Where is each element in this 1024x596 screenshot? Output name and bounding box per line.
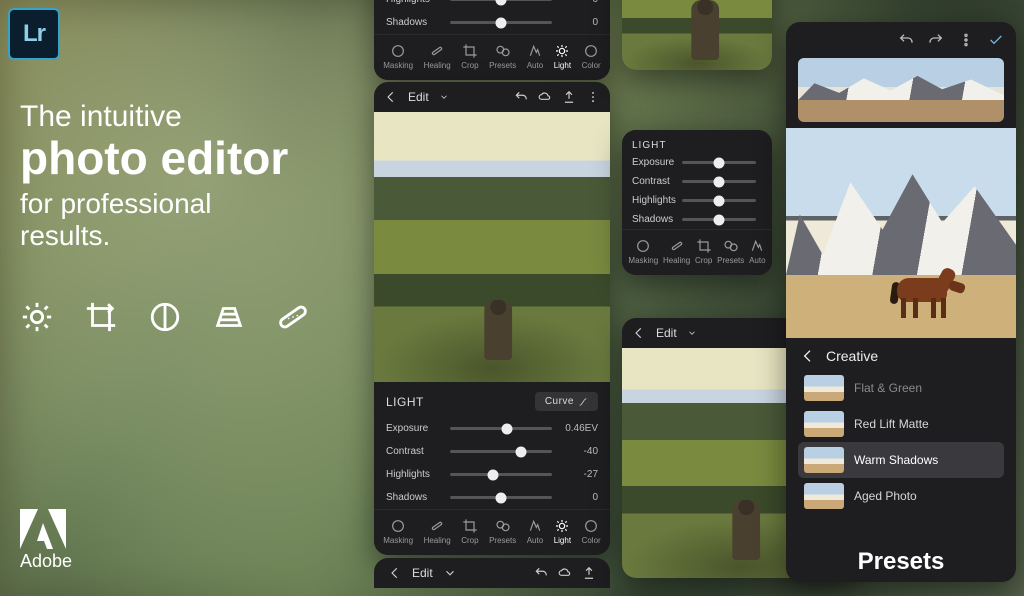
preset-item-selected[interactable]: Warm Shadows <box>798 442 1004 478</box>
horse-illustration <box>887 264 965 320</box>
adobe-logo: Adobe <box>20 509 72 572</box>
lens-icon <box>148 300 182 334</box>
tool-crop[interactable]: Crop <box>695 238 712 265</box>
headline-line: photo editor <box>20 134 288 182</box>
editor-title: Edit <box>408 90 429 104</box>
chevron-down-icon[interactable] <box>439 92 449 102</box>
headline-line: The intuitive <box>20 100 288 134</box>
phone-card-photo-small <box>622 0 772 70</box>
bottom-toolbar-mini: Masking Healing Crop Presets Auto <box>622 229 772 275</box>
bottom-toolbar: Masking Healing Crop Presets Auto Light … <box>374 34 610 80</box>
tool-crop[interactable]: Crop <box>461 43 478 70</box>
tool-presets[interactable]: Presets <box>717 238 744 265</box>
slider-highlights[interactable]: Highlights <box>622 191 772 210</box>
tool-light[interactable]: Light <box>554 518 571 545</box>
phone-card-mini-light: LIGHT Exposure Contrast Highlights Shado… <box>622 130 772 275</box>
tool-auto[interactable]: Auto <box>527 518 543 545</box>
preset-list: Flat & Green Red Lift Matte Warm Shadows… <box>786 370 1016 514</box>
chevron-down-icon[interactable] <box>443 566 457 580</box>
tool-healing[interactable]: Healing <box>663 238 690 265</box>
phone-card-presets: Creative Flat & Green Red Lift Matte War… <box>786 22 1016 582</box>
phone-card-main-editor: Edit LIGHT Curve Exposure 0.46EV Contras… <box>374 82 610 555</box>
crop-icon <box>84 300 118 334</box>
presets-footer-label: Presets <box>858 548 945 576</box>
editor-photo[interactable] <box>374 112 610 382</box>
share-icon[interactable] <box>582 566 596 580</box>
presets-topbar <box>786 22 1016 58</box>
tool-auto[interactable]: Auto <box>527 43 543 70</box>
back-icon[interactable] <box>632 326 646 340</box>
undo-icon[interactable] <box>898 32 914 48</box>
preset-thumbnail-preview[interactable] <box>798 58 1004 122</box>
bottom-toolbar: Masking Healing Crop Presets Auto Light … <box>374 509 610 555</box>
tool-auto[interactable]: Auto <box>749 238 765 265</box>
lightroom-logo: Lr <box>8 8 60 60</box>
tool-healing[interactable]: Healing <box>424 43 451 70</box>
undo-icon[interactable] <box>514 90 528 104</box>
slider-contrast[interactable]: Contrast -40 <box>374 440 610 463</box>
tool-color[interactable]: Color <box>582 43 601 70</box>
geometry-icon <box>212 300 246 334</box>
lightroom-logo-text: Lr <box>23 20 45 48</box>
tool-presets[interactable]: Presets <box>489 43 516 70</box>
slider-exposure[interactable]: Exposure <box>622 153 772 172</box>
cloud-icon[interactable] <box>538 90 552 104</box>
back-icon[interactable] <box>388 566 402 580</box>
preset-item[interactable]: Aged Photo <box>798 478 1004 514</box>
tool-light[interactable]: Light <box>554 43 571 70</box>
preset-main-photo[interactable] <box>786 128 1016 338</box>
more-icon[interactable] <box>958 32 974 48</box>
tool-presets[interactable]: Presets <box>489 518 516 545</box>
tool-masking[interactable]: Masking <box>628 238 658 265</box>
cloud-icon[interactable] <box>558 566 572 580</box>
preset-item[interactable]: Red Lift Matte <box>798 406 1004 442</box>
slider-exposure[interactable]: Exposure 0.46EV <box>374 417 610 440</box>
confirm-icon[interactable] <box>988 32 1004 48</box>
light-icon <box>20 300 54 334</box>
healing-icon <box>276 300 310 334</box>
undo-icon[interactable] <box>534 566 548 580</box>
slider-highlights[interactable]: Highlights -27 <box>374 463 610 486</box>
tool-color[interactable]: Color <box>582 518 601 545</box>
marketing-headline: The intuitive photo editor for professio… <box>20 100 288 252</box>
light-panel-title: LIGHT <box>622 136 772 153</box>
tool-crop[interactable]: Crop <box>461 518 478 545</box>
preset-item[interactable]: Flat & Green <box>798 370 1004 406</box>
back-icon[interactable] <box>384 90 398 104</box>
preset-category-header[interactable]: Creative <box>786 338 1016 370</box>
headline-line: results. <box>20 220 288 252</box>
tool-masking[interactable]: Masking <box>383 43 413 70</box>
editor-photo-small <box>622 0 772 70</box>
more-icon[interactable] <box>586 90 600 104</box>
preset-category-label: Creative <box>826 348 878 364</box>
redo-icon[interactable] <box>928 32 944 48</box>
chevron-down-icon[interactable] <box>687 328 697 338</box>
slider-shadows[interactable]: Shadows 0 <box>374 11 610 34</box>
slider-contrast[interactable]: Contrast <box>622 172 772 191</box>
light-panel-title: LIGHT <box>386 395 424 409</box>
adobe-wordmark: Adobe <box>20 551 72 572</box>
curve-button[interactable]: Curve <box>535 392 598 411</box>
back-arrow-icon[interactable] <box>800 348 816 364</box>
headline-line: for professional <box>20 188 288 220</box>
phone-card-top-panel: Highlights 0 Shadows 0 Masking Healing C… <box>374 0 610 80</box>
tool-masking[interactable]: Masking <box>383 518 413 545</box>
phone-card-bottom-peek: Edit <box>374 558 610 588</box>
slider-shadows[interactable]: Shadows <box>622 210 772 229</box>
slider-highlights[interactable]: Highlights 0 <box>374 0 610 11</box>
share-icon[interactable] <box>562 90 576 104</box>
feature-icon-row <box>20 300 310 334</box>
editor-header: Edit <box>374 82 610 112</box>
tool-healing[interactable]: Healing <box>424 518 451 545</box>
slider-shadows[interactable]: Shadows 0 <box>374 486 610 509</box>
